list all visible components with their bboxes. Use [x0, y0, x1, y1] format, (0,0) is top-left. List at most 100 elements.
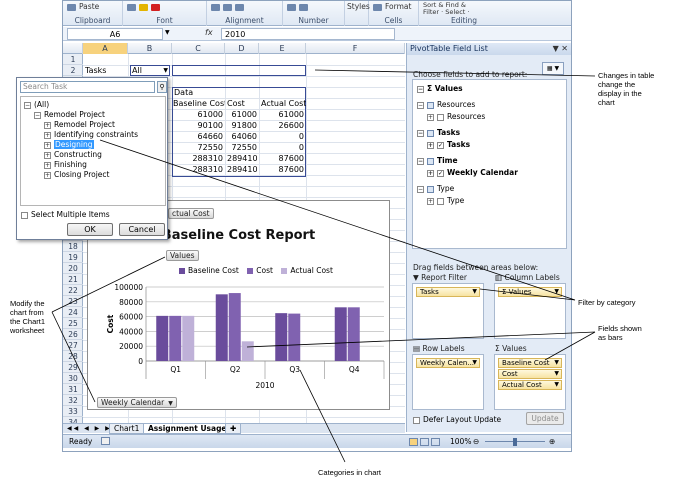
row-header[interactable]: 31 [63, 384, 83, 395]
header-baseline-cost[interactable]: Baseline Cost [173, 98, 225, 109]
expand-icon[interactable]: − [417, 157, 424, 165]
tree-item[interactable]: + Identifying constraints [44, 130, 138, 139]
field-checkbox-item[interactable]: + ✓ Weekly Calendar [427, 168, 518, 177]
field-checkbox-item[interactable]: + Type [427, 196, 464, 205]
expand-icon[interactable]: − [24, 101, 31, 109]
row-header[interactable]: 24 [63, 307, 83, 318]
pivot-value-cell[interactable]: 26600 [261, 120, 306, 131]
zoom-out-icon[interactable]: ⊖ [473, 435, 479, 448]
pivot-value-cell[interactable]: 72550 [173, 142, 225, 153]
zoom-in-icon[interactable]: ⊕ [549, 435, 555, 448]
column-header-a[interactable]: A [83, 43, 128, 54]
pane-controls[interactable]: ▼ ✕ [553, 43, 568, 55]
row-header[interactable]: 32 [63, 395, 83, 406]
header-actual-cost[interactable]: Actual Cost [261, 98, 306, 109]
pivot-value-cell[interactable]: 289410 [227, 164, 259, 175]
expand-icon[interactable]: + [44, 161, 51, 169]
row-header[interactable]: 22 [63, 285, 83, 296]
field-layout-button[interactable]: ▦ ▼ [542, 62, 564, 75]
defer-layout-update[interactable]: Defer Layout Update [413, 415, 501, 424]
expand-icon[interactable]: + [427, 197, 434, 205]
number-tools[interactable] [287, 2, 311, 11]
column-header-f[interactable]: F [306, 43, 405, 54]
tree-item[interactable]: − (All) [24, 100, 49, 109]
field-group[interactable]: − Resources [417, 100, 475, 109]
pivot-value-cell[interactable]: 289410 [227, 153, 259, 164]
chip-tasks[interactable]: Tasks ▼ [416, 287, 480, 297]
dropdown-arrow-icon[interactable]: ▼ [163, 66, 168, 75]
checkbox[interactable] [413, 416, 420, 424]
row-header[interactable]: 28 [63, 351, 83, 362]
formula-input[interactable]: 2010 [221, 28, 395, 40]
alignment-tools[interactable] [211, 2, 247, 11]
update-button[interactable]: Update [526, 412, 564, 425]
pivot-value-cell[interactable]: 0 [261, 142, 306, 153]
cell-a2[interactable]: Tasks [85, 65, 127, 76]
pivot-value-cell[interactable]: 61000 [227, 109, 259, 120]
zoom-slider-handle[interactable] [513, 438, 517, 446]
pivot-value-cell[interactable]: 64660 [173, 131, 225, 142]
sort-filter-find-select[interactable]: Sort & Find & Filter · Select · [423, 2, 469, 16]
column-labels-area[interactable]: Σ Values ▼ [494, 283, 566, 339]
row-labels-area[interactable]: Weekly Calen... ▼ [412, 354, 484, 410]
tree-item[interactable]: + Designing [44, 140, 94, 149]
tree-item[interactable]: − Remodel Project [34, 110, 105, 119]
field-group[interactable]: − Time [417, 156, 458, 165]
expand-icon[interactable]: + [44, 171, 51, 179]
pivot-value-cell[interactable]: 91800 [227, 120, 259, 131]
row-header[interactable]: 26 [63, 329, 83, 340]
page-layout-icon[interactable] [420, 438, 429, 446]
row-header[interactable]: 19 [63, 252, 83, 263]
pivot-value-cell[interactable]: 288310 [173, 153, 225, 164]
name-box[interactable]: A6 [67, 28, 163, 40]
row-header[interactable]: 1 [63, 54, 83, 65]
name-box-dropdown-icon[interactable]: ▼ [165, 29, 170, 36]
select-all-corner[interactable] [63, 43, 83, 54]
cancel-button[interactable]: Cancel [119, 223, 165, 236]
font-tools[interactable] [127, 2, 163, 11]
chip-values[interactable]: Σ Values ▼ [498, 287, 562, 297]
tree-item[interactable]: + Closing Project [44, 170, 109, 179]
chip-actual-cost[interactable]: Actual Cost ▼ [498, 380, 562, 390]
row-header[interactable]: 23 [63, 296, 83, 307]
task-tree[interactable]: − (All) − Remodel Project + Remodel Project + I… [20, 96, 166, 206]
expand-icon[interactable]: + [427, 141, 434, 149]
field-group[interactable]: − Tasks [417, 128, 460, 137]
task-filter-dropdown[interactable]: Search Task ⚲ − (All) − Remodel Project + Rem… [16, 77, 168, 240]
column-header-d[interactable]: D [225, 43, 259, 54]
expand-icon[interactable]: + [427, 113, 434, 121]
search-task-input[interactable]: Search Task [20, 81, 155, 93]
checkbox[interactable] [21, 211, 28, 219]
normal-view-icon[interactable] [409, 438, 418, 446]
expand-icon[interactable]: − [34, 111, 41, 119]
checkbox[interactable] [437, 197, 444, 205]
tree-item[interactable]: + Finishing [44, 160, 87, 169]
pivot-value-cell[interactable]: 87600 [261, 153, 306, 164]
chip-baseline-cost[interactable]: Baseline Cost ▼ [498, 358, 562, 368]
expand-icon[interactable]: − [417, 85, 424, 93]
tab-chart1[interactable]: Chart1 [109, 424, 145, 434]
expand-icon[interactable]: + [44, 131, 51, 139]
column-header-c[interactable]: C [172, 43, 225, 54]
expand-icon[interactable]: − [417, 185, 424, 193]
tree-item[interactable]: + Constructing [44, 150, 102, 159]
expand-icon[interactable]: − [417, 101, 424, 109]
pivot-value-cell[interactable]: 64060 [227, 131, 259, 142]
tab-assignment-usage[interactable]: Assignment Usage [143, 424, 232, 434]
checkbox[interactable]: ✓ [437, 169, 444, 177]
chip-weekly-calendar[interactable]: Weekly Calen... ▼ [416, 358, 480, 368]
column-header-b[interactable]: B [128, 43, 172, 54]
page-break-icon[interactable] [431, 438, 440, 446]
pivot-value-cell[interactable]: 0 [261, 131, 306, 142]
checkbox[interactable]: ✓ [437, 141, 444, 149]
expand-icon[interactable]: + [44, 121, 51, 129]
row-header[interactable]: 2 [63, 65, 83, 76]
field-group[interactable]: − Σ Values [417, 84, 463, 93]
pivot-value-cell[interactable]: 90100 [173, 120, 225, 131]
chip-cost[interactable]: Cost ▼ [498, 369, 562, 379]
report-filter-area[interactable]: Tasks ▼ [412, 283, 484, 339]
values-area[interactable]: Baseline Cost ▼ Cost ▼ Actual Cost ▼ [494, 354, 566, 410]
insert-function-button[interactable]: fx [205, 28, 213, 37]
header-cost[interactable]: Cost [227, 98, 259, 109]
insert-sheet-icon[interactable]: ✚ [225, 424, 241, 434]
